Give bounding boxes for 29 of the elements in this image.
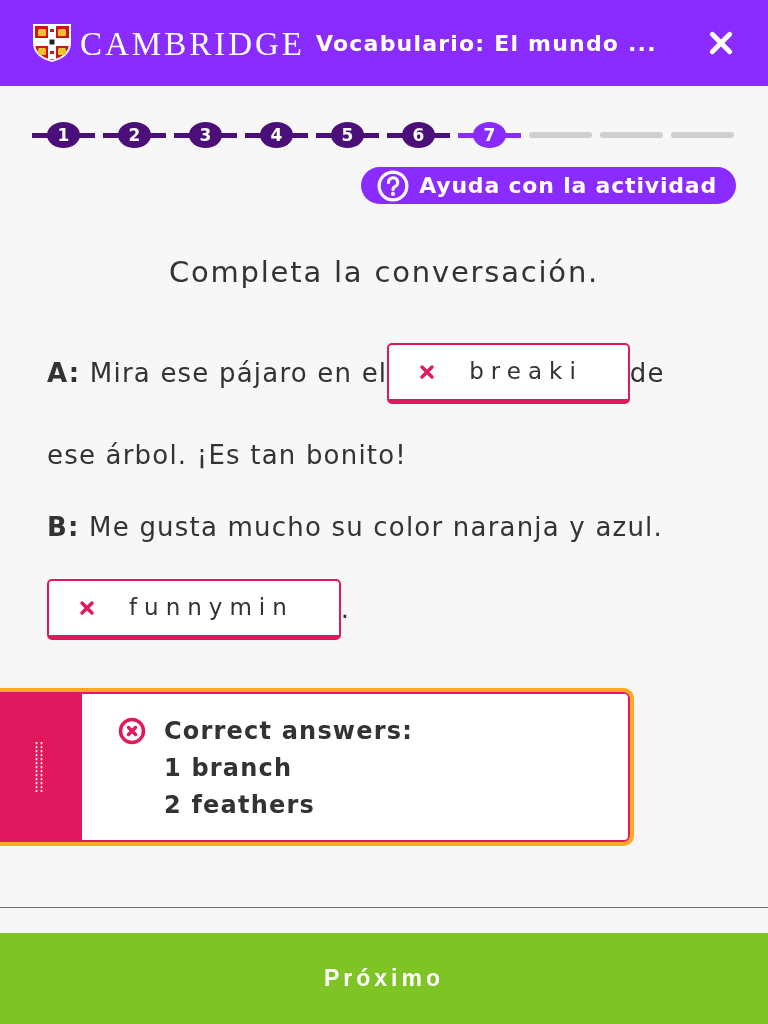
feedback-title: Correct answers:	[164, 716, 414, 747]
cross-circle-icon	[118, 717, 146, 745]
step-number[interactable]: 6	[402, 122, 435, 148]
answer-field[interactable]: funnymin	[47, 578, 341, 640]
step-number[interactable]: 4	[260, 122, 293, 148]
correct-answer: 1 branch	[164, 753, 294, 784]
cross-icon	[419, 363, 436, 380]
dialogue-text: de	[629, 357, 665, 389]
help-button[interactable]: Ayuda con la actividad	[361, 167, 736, 204]
dialogue-text: ese árbol. ¡Es tan bonito!	[47, 439, 407, 471]
shield-crest-icon	[31, 23, 73, 63]
dialogue-text: .	[340, 593, 351, 625]
correct-answer: 2 feathers	[164, 790, 316, 821]
answer-field[interactable]: breaki	[387, 342, 630, 404]
cross-icon	[79, 599, 95, 616]
step-number[interactable]: 7	[473, 122, 506, 148]
step-number[interactable]: 5	[331, 122, 364, 148]
close-icon	[708, 30, 734, 56]
step-number[interactable]: 1	[47, 122, 80, 148]
help-icon	[377, 169, 410, 202]
close-button[interactable]	[708, 30, 734, 56]
step-number[interactable]: 3	[189, 122, 222, 148]
brand-wordmark: CAMBRIDGE	[80, 25, 306, 61]
activity-title: Vocabulario: El mundo ...	[316, 30, 657, 56]
dialogue-text: B: Me gusta mucho su color naranja y azul.	[47, 511, 663, 543]
instruction-heading: Completa la conversación.	[167, 255, 601, 289]
dialogue-text: A: Mira ese pájaro en el	[47, 357, 388, 389]
grip-icon	[35, 742, 43, 792]
step-number[interactable]: 2	[118, 122, 151, 148]
